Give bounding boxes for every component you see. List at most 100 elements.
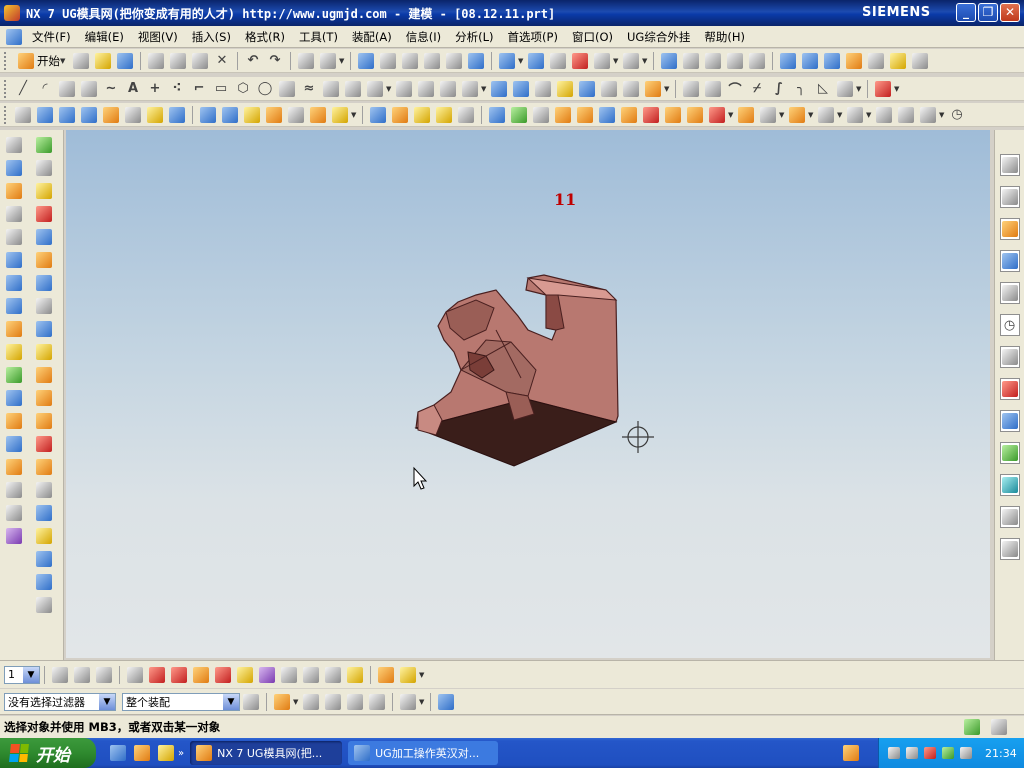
extract-curve-icon[interactable] (462, 80, 478, 97)
sketch-trim-icon[interactable]: ∫ (771, 81, 787, 97)
box-icon[interactable] (6, 275, 22, 291)
security-icon[interactable] (942, 747, 954, 759)
ruled-icon[interactable] (147, 106, 163, 123)
thicken-icon[interactable] (6, 413, 22, 429)
roles-tab[interactable] (999, 442, 1020, 464)
project-curve-icon[interactable] (396, 80, 412, 97)
smooth-icon[interactable] (623, 80, 639, 97)
chevron-down-icon[interactable]: ▼ (728, 111, 735, 119)
feature-selection-icon[interactable] (274, 693, 290, 710)
cube-icon[interactable] (36, 183, 52, 199)
sketch-icon[interactable] (683, 80, 699, 97)
system-materials-tab[interactable] (999, 346, 1020, 368)
part-navigator-icon[interactable] (6, 137, 22, 153)
start-menu-button[interactable]: 开始 ▼ (12, 52, 70, 69)
options-icon[interactable] (912, 52, 928, 69)
through-curves-icon[interactable] (37, 106, 53, 123)
menu-information[interactable]: 信息(I) (399, 29, 448, 45)
cone-icon[interactable] (533, 106, 549, 123)
lock-icon[interactable] (6, 321, 22, 337)
plate-icon[interactable] (36, 597, 52, 613)
ellipse-icon[interactable]: ◯ (257, 81, 273, 97)
chevron-down-icon[interactable]: ▼ (808, 111, 815, 119)
chevron-down-icon[interactable]: ▼ (939, 111, 946, 119)
n-sided-icon[interactable] (103, 106, 119, 123)
slab-icon[interactable] (36, 551, 52, 567)
resize-face-icon[interactable] (920, 106, 936, 123)
point-cloud-icon[interactable]: ⁖ (169, 81, 185, 97)
bounded-plane-icon[interactable] (200, 106, 216, 123)
chevron-down-icon[interactable]: ▼ (223, 693, 239, 710)
wcs-rotate-icon[interactable] (171, 666, 187, 683)
chevron-down-icon[interactable]: ▼ (419, 671, 426, 679)
fillet-curve-icon[interactable]: ⌐ (191, 81, 207, 97)
display-icon[interactable] (906, 747, 918, 759)
datum-plane-icon[interactable] (36, 160, 52, 176)
language-bar-icon[interactable] (843, 745, 859, 761)
trim-curve-icon[interactable] (535, 80, 551, 97)
layer-settings-icon[interactable] (683, 52, 699, 69)
book-icon[interactable] (36, 505, 52, 521)
link-icon[interactable] (6, 528, 22, 544)
clock-icon[interactable]: ◷ (949, 107, 965, 123)
close-button[interactable]: ✕ (1000, 3, 1020, 22)
curve-tool-icon[interactable] (6, 229, 22, 245)
assembly-navigator-tab[interactable] (999, 154, 1020, 176)
assembly-icon[interactable] (780, 52, 796, 69)
studio-icon[interactable] (594, 52, 610, 69)
patch-icon[interactable] (266, 106, 282, 123)
copy-icon[interactable] (170, 52, 186, 69)
rib-icon[interactable] (36, 459, 52, 475)
notes-tab[interactable] (999, 538, 1020, 560)
redo-icon[interactable]: ↷ (267, 53, 283, 69)
orient-view-icon[interactable] (499, 52, 515, 69)
emboss-icon[interactable] (6, 459, 22, 475)
offset-region-icon[interactable] (6, 482, 22, 498)
menu-ug-plugin[interactable]: UG综合外挂 (620, 29, 697, 45)
more-quicklaunch-icon[interactable]: » (178, 748, 184, 759)
curve-length-icon[interactable] (579, 80, 595, 97)
layer-settings-icon[interactable] (52, 666, 68, 683)
reuse-library-tab[interactable] (999, 250, 1020, 272)
menu-preferences[interactable]: 首选项(P) (501, 29, 565, 45)
document-icon[interactable] (6, 28, 22, 45)
new-file-icon[interactable] (73, 52, 89, 69)
rectangle-icon[interactable]: ▭ (213, 81, 229, 97)
flag-icon[interactable] (36, 436, 52, 452)
spline-icon[interactable] (81, 80, 97, 97)
chevron-down-icon[interactable]: ▼ (642, 57, 649, 65)
pattern-icon[interactable] (738, 106, 754, 123)
section-curve-icon[interactable] (440, 80, 456, 97)
bridge-curve-icon[interactable] (367, 80, 383, 97)
sphere-icon[interactable] (555, 106, 571, 123)
chevron-down-icon[interactable]: ▼ (837, 111, 844, 119)
component-icon[interactable] (802, 52, 818, 69)
open-folder-icon[interactable] (95, 52, 111, 69)
edge-icon[interactable] (6, 206, 22, 222)
rotate-icon[interactable] (424, 52, 440, 69)
wrap-icon[interactable] (36, 367, 52, 383)
trim-sheet-icon[interactable] (222, 106, 238, 123)
tray-icon[interactable] (36, 229, 52, 245)
cylinder-feature-icon[interactable] (6, 183, 22, 199)
point-set-icon[interactable]: + (147, 81, 163, 97)
sew-body-icon[interactable] (36, 413, 52, 429)
zoom-icon[interactable] (380, 52, 396, 69)
chevron-down-icon[interactable]: ▼ (386, 85, 393, 93)
wcs-display-icon[interactable] (259, 666, 275, 683)
chevron-down-icon[interactable]: ▼ (293, 698, 300, 706)
chevron-down-icon[interactable]: ▼ (481, 85, 488, 93)
graphics-window[interactable]: 11 (66, 130, 990, 658)
move-face-icon[interactable] (847, 106, 863, 123)
pencil-icon[interactable] (400, 666, 416, 683)
edit-curve-icon[interactable] (513, 80, 529, 97)
chevron-down-icon[interactable]: ▼ (613, 57, 620, 65)
wcs-orient-icon[interactable] (193, 666, 209, 683)
intersect-curve-icon[interactable] (418, 80, 434, 97)
chevron-down-icon[interactable]: ▼ (99, 693, 115, 710)
measure-icon[interactable] (727, 52, 743, 69)
work-layer-select[interactable]: 1 ▼ (4, 665, 40, 684)
delete-face-icon[interactable] (898, 106, 914, 123)
sphere-body-icon[interactable] (6, 367, 22, 383)
snap-point-icon[interactable] (325, 666, 341, 683)
